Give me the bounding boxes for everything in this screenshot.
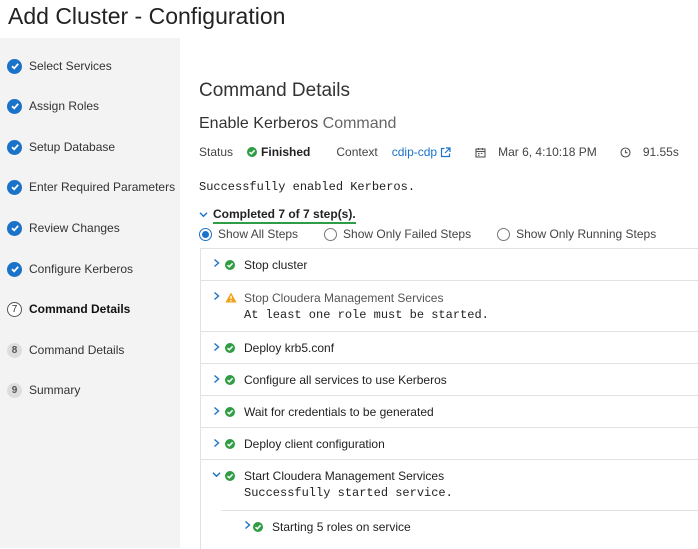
step-name: Wait for credentials to be generated <box>244 405 434 419</box>
wizard-step-assign-roles[interactable]: Assign Roles <box>0 91 180 121</box>
context-link[interactable]: cdip-cdp <box>392 145 437 159</box>
status-label: Status <box>199 145 234 159</box>
chevron-right-icon[interactable] <box>212 438 221 451</box>
wizard-step-setup-database[interactable]: Setup Database <box>0 132 180 162</box>
timestamp: Mar 6, 4:10:18 PM <box>498 145 597 159</box>
wizard-sidebar: Select Services Assign Roles Setup Datab… <box>0 38 180 548</box>
chevron-right-icon[interactable] <box>212 406 221 419</box>
step-detail: Successfully started service. <box>244 486 453 500</box>
step-name: Deploy client configuration <box>244 437 385 451</box>
filter-all-steps[interactable]: Show All Steps <box>199 227 298 241</box>
command-suffix: Command <box>322 115 397 132</box>
step-number-badge: 8 <box>7 342 22 358</box>
calendar-icon <box>475 147 486 158</box>
success-icon <box>225 407 235 417</box>
warning-icon <box>225 292 237 303</box>
wizard-step-label: Configure Kerberos <box>29 262 134 276</box>
wizard-step-command-details[interactable]: 8 Command Details <box>0 335 180 365</box>
filter-label: Show Only Running Steps <box>516 227 657 241</box>
check-icon <box>7 261 22 277</box>
check-icon <box>7 98 22 114</box>
step-detail: At least one role must be started. <box>244 308 489 322</box>
wizard-step-label: Summary <box>29 383 81 397</box>
section-title: Command Details <box>199 80 350 101</box>
step-name: Deploy krb5.conf <box>244 341 335 355</box>
wizard-step-summary[interactable]: 9 Summary <box>0 375 180 405</box>
wizard-step-label: Assign Roles <box>29 99 100 113</box>
chevron-down-icon[interactable] <box>199 210 208 222</box>
success-icon <box>225 260 235 270</box>
result-message: Successfully enabled Kerberos. <box>199 180 416 194</box>
chevron-right-icon[interactable] <box>212 258 221 271</box>
step-row-expanded: Start Cloudera Management Services Succe… <box>201 460 698 549</box>
external-link-icon[interactable] <box>440 146 451 158</box>
clock-icon <box>620 146 631 158</box>
wizard-step-label: Review Changes <box>29 221 120 235</box>
filter-label: Show All Steps <box>218 227 299 241</box>
check-icon <box>7 220 22 236</box>
step-name: Stop cluster <box>244 258 308 272</box>
step-row: Wait for credentials to be generated <box>201 396 698 428</box>
step-row: Configure all services to use Kerberos <box>201 364 698 396</box>
completed-steps-toggle[interactable]: Completed 7 of 7 step(s). <box>199 207 356 224</box>
wizard-step-review-changes[interactable]: Review Changes <box>0 213 180 243</box>
wizard-step-configure-kerberos[interactable]: Configure Kerberos <box>0 254 180 284</box>
completed-summary: Completed 7 of 7 step(s). <box>213 207 356 224</box>
wizard-step-label: Command Details <box>29 302 131 316</box>
check-icon <box>7 139 22 155</box>
chevron-right-icon[interactable] <box>243 520 252 533</box>
duration: 91.55s <box>642 145 679 159</box>
success-icon <box>247 147 258 157</box>
chevron-right-icon[interactable] <box>212 342 221 355</box>
wizard-step-select-services[interactable]: Select Services <box>0 51 180 81</box>
success-icon <box>225 343 235 353</box>
filter-running-steps[interactable]: Show Only Running Steps <box>497 227 656 241</box>
step-row: Deploy client configuration <box>201 428 698 460</box>
command-name: Enable Kerberos <box>199 115 319 132</box>
command-steps-list: Stop cluster Stop Cloudera Management Se… <box>200 248 698 549</box>
check-icon <box>7 179 22 195</box>
success-icon <box>225 439 235 449</box>
command-status-row: Status Finished Context cdip-cdp Mar 6, … <box>199 145 679 159</box>
step-row: Stop cluster <box>201 249 698 281</box>
step-filter-group: Show All Steps Show Only Failed Steps Sh… <box>199 227 682 241</box>
status-value: Finished <box>261 145 311 159</box>
chevron-right-icon[interactable] <box>212 291 221 304</box>
filter-failed-steps[interactable]: Show Only Failed Steps <box>324 227 471 241</box>
radio-button[interactable] <box>199 227 212 241</box>
command-heading: Enable Kerberos Command <box>199 115 396 133</box>
wizard-step-label: Select Services <box>29 59 112 73</box>
wizard-step-label: Setup Database <box>29 140 116 154</box>
title-bar: Add Cluster - Configuration <box>0 0 698 38</box>
wizard-step-enter-required-parameters[interactable]: Enter Required Parameters <box>0 172 180 202</box>
step-row: Deploy krb5.conf <box>201 332 698 364</box>
wizard-step-command-details-current[interactable]: 7 Command Details <box>0 294 180 324</box>
chevron-right-icon[interactable] <box>212 374 221 387</box>
step-number-badge: 9 <box>7 382 22 398</box>
step-name: Start Cloudera Management Services <box>244 469 445 483</box>
substep-name: Starting 5 roles on service <box>272 520 411 534</box>
step-name: Stop Cloudera Management Services <box>244 291 444 305</box>
success-icon <box>253 522 263 532</box>
substep-row: Starting 5 roles on service <box>221 510 698 541</box>
success-icon <box>225 471 235 481</box>
wizard-step-label: Command Details <box>29 343 125 357</box>
main-content: Command Details Enable Kerberos Command … <box>180 38 698 549</box>
chevron-down-icon[interactable] <box>212 470 221 482</box>
radio-button[interactable] <box>497 227 511 241</box>
wizard-step-label: Enter Required Parameters <box>29 180 176 194</box>
radio-button[interactable] <box>324 227 338 241</box>
check-icon <box>7 58 22 74</box>
step-name: Configure all services to use Kerberos <box>244 373 447 387</box>
context-label: Context <box>336 145 378 159</box>
page-title: Add Cluster - Configuration <box>8 3 286 29</box>
filter-label: Show Only Failed Steps <box>343 227 472 241</box>
step-row: Stop Cloudera Management Services At lea… <box>201 281 698 332</box>
step-number-badge: 7 <box>7 301 22 317</box>
success-icon <box>225 375 235 385</box>
